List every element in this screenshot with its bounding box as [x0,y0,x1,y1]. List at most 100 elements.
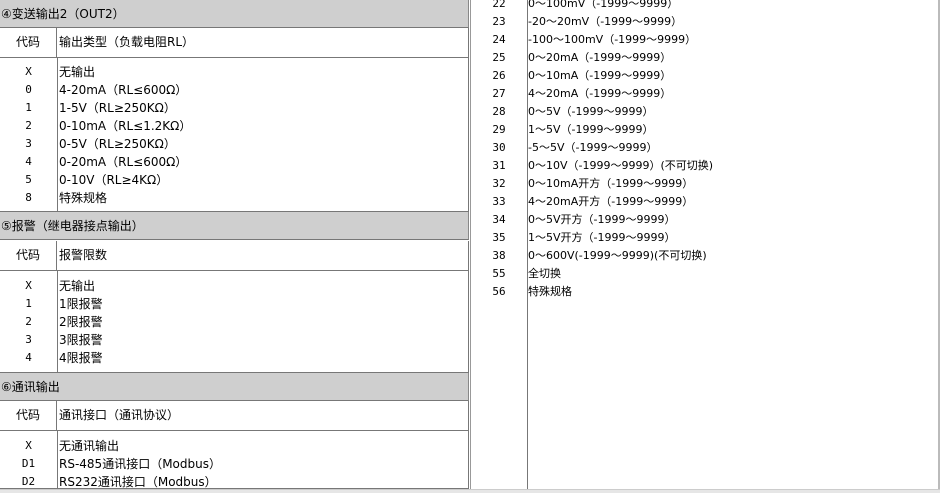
row-description: 1-5V（RL≥250KΩ） [59,101,176,115]
table-row: 2 2限报警 [0,313,469,331]
item-code: 38 [492,249,506,262]
row-code: 1 [25,297,32,310]
list-item: 56 特殊规格 [471,283,939,301]
description-column-header: 报警限数 [59,248,108,262]
item-code: 29 [492,123,506,136]
item-description: 0～5V开方（-1999～9999） [528,213,676,226]
row-code: 2 [25,119,32,132]
table-row: 1 1限报警 [0,295,469,313]
row-description: 无输出 [59,65,96,79]
item-description: 0～10mA（-1999～9999） [528,69,672,82]
item-code: 24 [492,33,506,46]
horizontal-scrollbar[interactable] [0,489,940,493]
item-code: 56 [492,285,506,298]
row-code: 8 [25,191,32,204]
row-description: 4-20mA（RL≤600Ω） [59,83,188,97]
item-code: 27 [492,87,506,100]
table-row: X 无通讯输出 [0,437,469,455]
item-description: -20～20mV（-1999～9999） [528,15,683,28]
list-item: 31 0～10V（-1999～9999）(不可切换) [471,157,939,175]
row-description: 无通讯输出 [59,439,120,453]
row-description: 0-20mA（RL≤600Ω） [59,155,188,169]
row-description: 0-5V（RL≥250KΩ） [59,137,176,151]
document-page: ④变送输出2（OUT2） 代码 输出类型（负载电阻RL） X 无输出 0 4-20mA（RL… [0,0,940,493]
list-item: 23 -20～20mV（-1999～9999） [471,13,939,31]
column-header-row: 代码 通讯接口（通讯协议） [0,401,469,431]
list-item: 29 1～5V（-1999～9999） [471,121,939,139]
list-item: 28 0～5V（-1999～9999） [471,103,939,121]
table-row: 1 1-5V（RL≥250KΩ） [0,99,469,117]
row-code: 2 [25,315,32,328]
item-description: 0～10V（-1999～9999）(不可切换) [528,159,714,172]
row-description: 3限报警 [59,333,103,347]
row-description: 1限报警 [59,297,103,311]
row-description: RS-485通讯接口（Modbus） [59,457,221,471]
list-item: 22 0～100mV（-1999～9999） [471,0,939,13]
table-row: 4 0-20mA（RL≤600Ω） [0,153,469,171]
list-item: 38 0～600V(-1999～9999)(不可切换) [471,247,939,265]
table-row: X 无输出 [0,63,469,81]
list-item: 55 全切换 [471,265,939,283]
list-item: 27 4～20mA（-1999～9999） [471,85,939,103]
row-description: 4限报警 [59,351,103,365]
list-item: 26 0～10mA（-1999～9999） [471,67,939,85]
row-code: X [25,439,32,452]
item-description: 特殊规格 [528,285,572,298]
list-item: 33 4～20mA开方（-1999～9999） [471,193,939,211]
table-row: 0 4-20mA（RL≤600Ω） [0,81,469,99]
item-description: 全切换 [528,267,561,280]
code-column-header: 代码 [0,401,57,430]
row-code: X [25,279,32,292]
row-code: 4 [25,155,32,168]
table-row: 2 0-10mA（RL≤1.2KΩ） [0,117,469,135]
description-column-header: 通讯接口（通讯协议） [59,408,180,422]
list-item: 34 0～5V开方（-1999～9999） [471,211,939,229]
description-column-header: 输出类型（负载电阻RL） [59,35,195,49]
list-item: 24 -100～100mV（-1999～9999） [471,31,939,49]
input-type-list: 22 0～100mV（-1999～9999） 23 -20～20mV（-1999～99… [470,0,939,489]
item-description: 0～100mV（-1999～9999） [528,0,679,10]
item-code: 33 [492,195,506,208]
item-code: 55 [492,267,506,280]
item-code: 31 [492,159,506,172]
row-code: 0 [25,83,32,96]
row-code: 1 [25,101,32,114]
column-header-row: 代码 报警限数 [0,241,469,271]
row-code: 3 [25,333,32,346]
item-description: -100～100mV（-1999～9999） [528,33,697,46]
row-code: 5 [25,173,32,186]
table-row: 8 特殊规格 [0,189,469,207]
item-description: 0～600V(-1999～9999)(不可切换) [528,249,707,262]
item-description: 1～5V（-1999～9999） [528,123,654,136]
order-code-table: ④变送输出2（OUT2） 代码 输出类型（负载电阻RL） X 无输出 0 4-20mA（RL… [0,0,470,489]
row-description: 特殊规格 [59,191,108,205]
table-row: D1 RS-485通讯接口（Modbus） [0,455,469,473]
item-code: 34 [492,213,506,226]
item-code: 23 [492,15,506,28]
item-description: -5～5V（-1999～9999） [528,141,658,154]
item-code: 25 [492,51,506,64]
list-item: 35 1～5V开方（-1999～9999） [471,229,939,247]
row-code: D1 [21,457,36,470]
section-title: ⑤报警（继电器接点输出） [0,212,469,240]
item-code: 30 [492,141,506,154]
row-description: 无输出 [59,279,96,293]
list-item: 30 -5～5V（-1999～9999） [471,139,939,157]
item-code: 28 [492,105,506,118]
section-title: ④变送输出2（OUT2） [0,0,469,28]
list-item: 32 0～10mA开方（-1999～9999） [471,175,939,193]
row-description: 0-10mA（RL≤1.2KΩ） [59,119,192,133]
row-code: X [25,65,32,78]
row-description: 0-10V（RL≥4KΩ） [59,173,169,187]
row-code: 3 [25,137,32,150]
item-description: 1～5V开方（-1999～9999） [528,231,676,244]
row-description: 2限报警 [59,315,103,329]
item-description: 0～20mA（-1999～9999） [528,51,672,64]
table-row: 3 0-5V（RL≥250KΩ） [0,135,469,153]
item-description: 4～20mA（-1999～9999） [528,87,672,100]
row-code: 4 [25,351,32,364]
item-description: 0～10mA开方（-1999～9999） [528,177,694,190]
section-title: ⑥通讯输出 [0,373,469,401]
item-code: 32 [492,177,506,190]
column-header-row: 代码 输出类型（负载电阻RL） [0,28,469,58]
